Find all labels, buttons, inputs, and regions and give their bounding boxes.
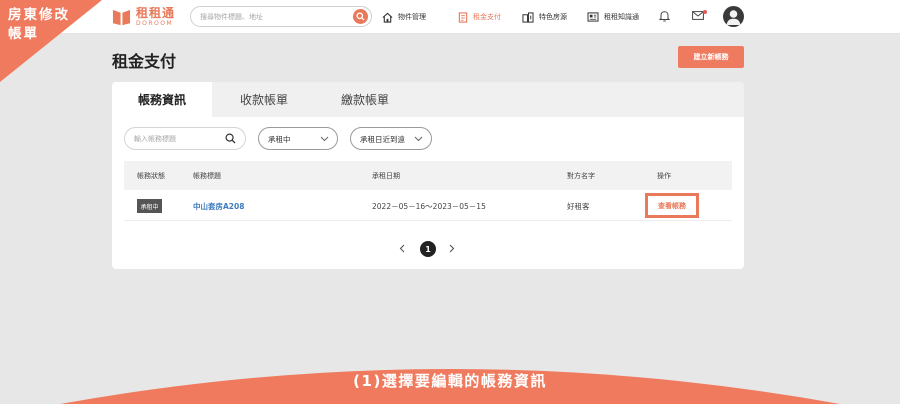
logo-name: 租租通 <box>136 6 176 20</box>
bell-icon[interactable] <box>659 10 670 22</box>
top-navigation-bar: 租租通 DOROOM 物件管理 租金支付 <box>0 0 900 34</box>
account-title-link[interactable]: 中山套房A208 <box>193 201 244 212</box>
chevron-right-icon[interactable] <box>449 244 455 253</box>
tab-receivable-bills[interactable]: 收款帳單 <box>214 82 314 117</box>
status-filter-select[interactable]: 承租中 <box>258 127 338 150</box>
notification-dot <box>703 10 707 14</box>
column-header-title: 帳務標題 <box>193 172 221 180</box>
create-new-account-button[interactable]: 建立新帳務 <box>678 46 744 68</box>
tab-payable-bills[interactable]: 繳款帳單 <box>315 82 415 117</box>
nav-item-label: 物件管理 <box>398 13 426 21</box>
search-icon <box>356 12 365 21</box>
table-header: 帳務狀態 帳務標題 承租日期 對方名字 操作 <box>124 161 732 190</box>
page-number-current[interactable]: 1 <box>420 241 436 257</box>
avatar[interactable] <box>723 6 744 27</box>
column-header-status: 帳務狀態 <box>137 172 165 180</box>
sort-filter-select[interactable]: 承租日近到遠 <box>350 127 432 150</box>
account-search-input[interactable] <box>134 132 224 146</box>
search-icon[interactable] <box>225 133 236 144</box>
global-search-button[interactable] <box>353 9 368 24</box>
column-header-period: 承租日期 <box>372 172 400 180</box>
view-account-button[interactable]: 查看帳務 <box>645 193 699 218</box>
logo[interactable]: 租租通 DOROOM <box>112 5 175 29</box>
tenant-name: 好租客 <box>567 202 590 211</box>
buildings-icon <box>522 11 534 23</box>
nav-item-label: 租租知識通 <box>604 13 639 21</box>
house-icon <box>382 12 393 23</box>
global-search-input[interactable] <box>200 10 350 24</box>
global-search <box>190 6 372 27</box>
tutorial-corner-text: 房東修改 帳單 <box>8 7 70 42</box>
nav-item-rent-payment[interactable]: 租金支付 <box>458 10 501 24</box>
logo-text: 租租通 DOROOM <box>136 7 175 27</box>
column-header-action: 操作 <box>657 172 671 180</box>
column-header-name: 對方名字 <box>567 172 595 180</box>
logo-subtitle: DOROOM <box>136 20 174 27</box>
account-search <box>124 127 246 150</box>
lease-period: 2022－05－16～2023－05－15 <box>372 202 486 211</box>
bill-icon <box>458 11 468 23</box>
newspaper-icon <box>587 12 599 22</box>
tab-account-info[interactable]: 帳務資訊 <box>112 82 212 117</box>
user-avatar-icon <box>726 10 741 25</box>
nav-item-label: 租金支付 <box>473 13 501 21</box>
nav-item-rental-knowledge[interactable]: 租租知識通 <box>587 10 639 24</box>
chevron-left-icon[interactable] <box>399 244 405 253</box>
status-badge: 承租中 <box>137 199 162 213</box>
account-card: 帳務資訊 收款帳單 繳款帳單 承租中 承租日近到遠 帳務狀態 帳務標題 承租日期… <box>112 82 744 269</box>
chevron-down-icon <box>320 136 329 142</box>
tab-bar: 帳務資訊 收款帳單 繳款帳單 <box>112 82 744 117</box>
logo-mark-icon <box>112 9 131 25</box>
sort-filter-value: 承租日近到遠 <box>360 135 405 144</box>
instruction-text: (1)選擇要編輯的帳務資訊 <box>353 372 547 390</box>
page-title: 租金支付 <box>112 52 177 71</box>
nav-item-featured-listings[interactable]: 特色房源 <box>522 10 567 24</box>
nav-item-property-management[interactable]: 物件管理 <box>382 10 426 24</box>
status-filter-value: 承租中 <box>268 135 291 144</box>
instruction-banner: (1)選擇要編輯的帳務資訊 <box>0 356 900 404</box>
table-row: 承租中 中山套房A208 2022－05－16～2023－05－15 好租客 查… <box>124 190 732 221</box>
chevron-down-icon <box>414 136 423 142</box>
nav-item-label: 特色房源 <box>539 13 567 21</box>
pagination: 1 <box>112 240 744 258</box>
